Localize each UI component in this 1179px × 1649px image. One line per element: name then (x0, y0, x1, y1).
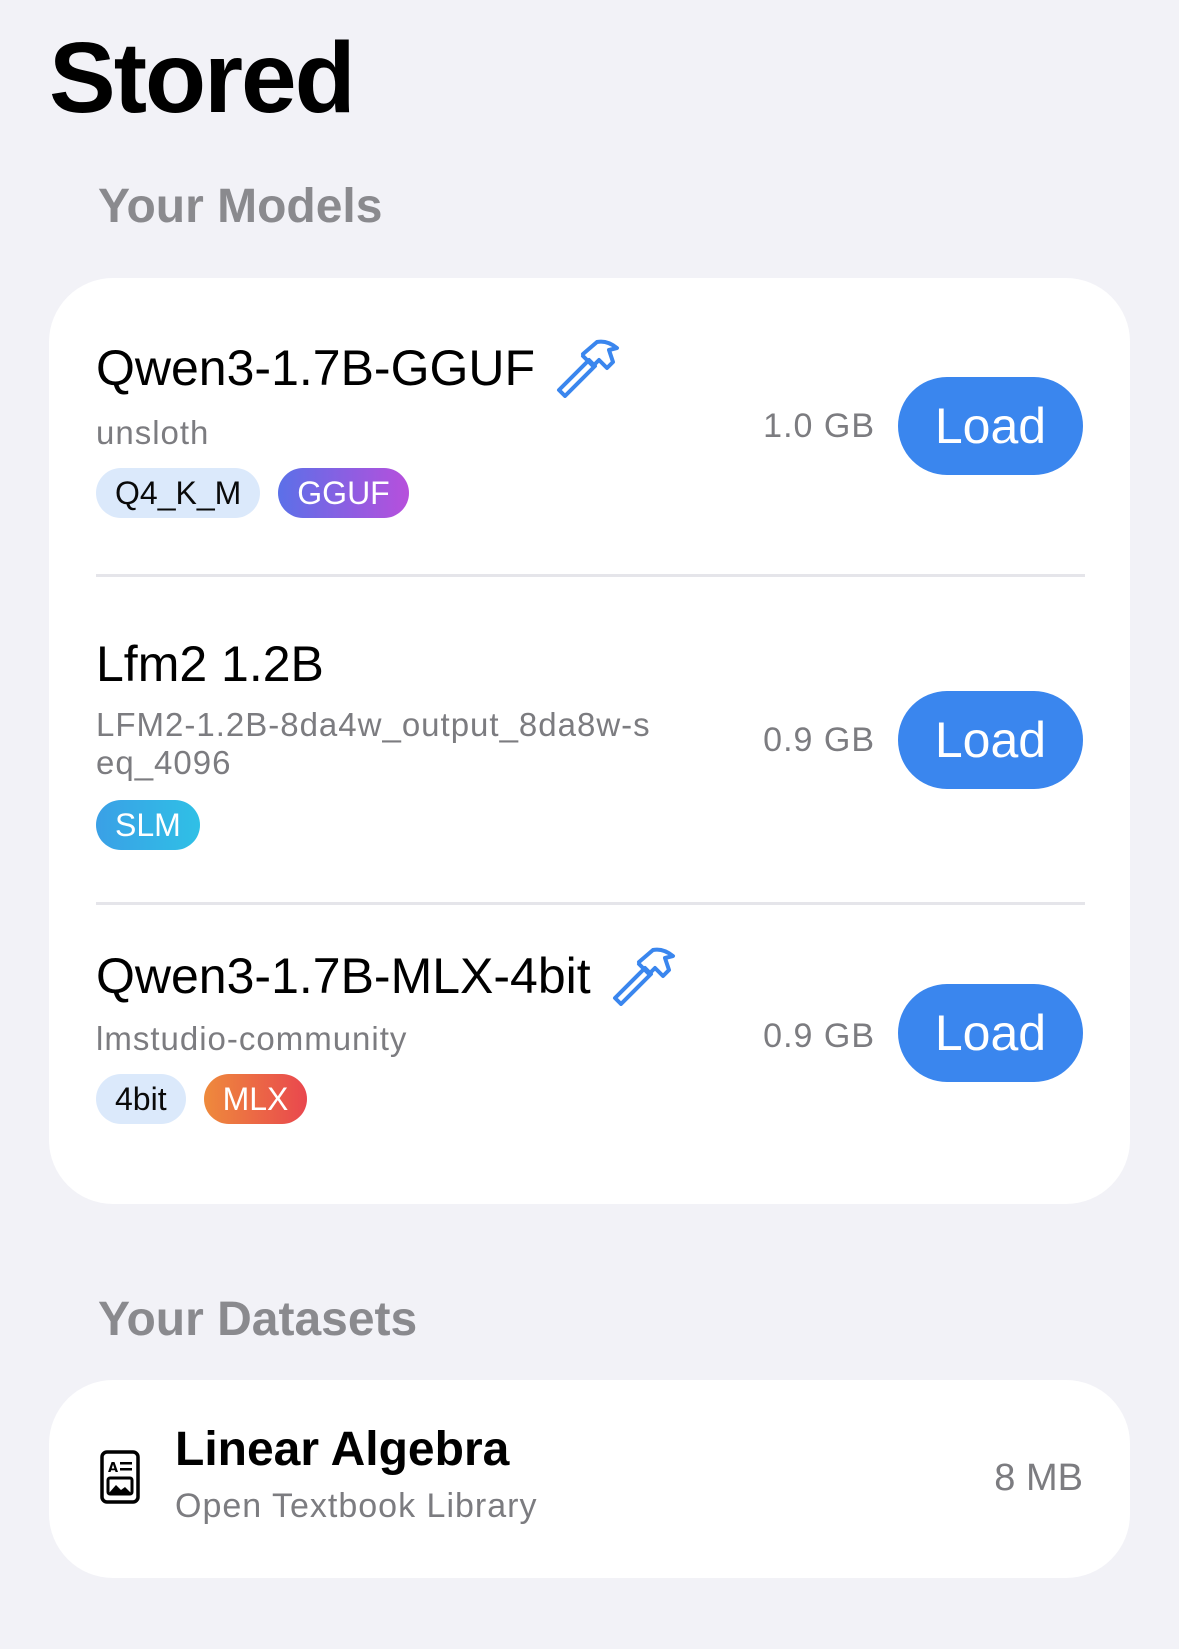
tag-list: 4bit MLX (96, 1074, 308, 1124)
model-name-row: Qwen3-1.7B-GGUF (96, 338, 621, 398)
dataset-row[interactable]: A Linear Algebra Open Textbook Library 8… (49, 1380, 1130, 1578)
type-tag: SLM (96, 800, 200, 850)
stored-screen: Stored Your Models Qwen3-1.7B-GGUF unslo… (0, 0, 1179, 1649)
models-section-header: Your Models (98, 180, 383, 233)
model-author: unsloth (96, 414, 210, 451)
datasets-section-header: Your Datasets (98, 1293, 418, 1346)
document-icon: A (100, 1450, 140, 1504)
hammer-icon (553, 338, 621, 398)
model-name: Qwen3-1.7B-MLX-4bit (96, 948, 591, 1004)
quant-tag: 4bit (96, 1074, 186, 1124)
model-author: LFM2-1.2B-8da4w_output_8da8w-seq_4096 (96, 706, 651, 781)
format-tag: MLX (203, 1074, 308, 1124)
load-button[interactable]: Load (898, 691, 1083, 789)
dataset-source: Open Textbook Library (175, 1487, 538, 1525)
load-button[interactable]: Load (898, 377, 1083, 475)
tag-list: Q4_K_M GGUF (96, 468, 409, 518)
model-name-row: Qwen3-1.7B-MLX-4bit (96, 946, 677, 1006)
model-row[interactable]: Qwen3-1.7B-GGUF unsloth Q4_K_M GGUF 1.0 … (49, 278, 1130, 576)
model-row[interactable]: Qwen3-1.7B-MLX-4bit lmstudio-community 4… (49, 904, 1130, 1204)
hammer-icon (609, 946, 677, 1006)
model-size: 0.9 GB (763, 721, 875, 759)
format-tag: GGUF (278, 468, 409, 518)
quant-tag: Q4_K_M (96, 468, 261, 518)
model-name: Lfm2 1.2B (96, 636, 324, 692)
svg-text:A: A (108, 1461, 118, 1476)
dataset-name: Linear Algebra (175, 1423, 510, 1476)
model-name-row: Lfm2 1.2B (96, 634, 324, 694)
model-author: lmstudio-community (96, 1020, 408, 1057)
dataset-size: 8 MB (994, 1457, 1083, 1499)
tag-list: SLM (96, 800, 200, 850)
datasets-card: A Linear Algebra Open Textbook Library 8… (49, 1380, 1130, 1578)
model-size: 0.9 GB (763, 1017, 875, 1055)
load-button[interactable]: Load (898, 984, 1083, 1082)
page-title: Stored (49, 22, 356, 134)
model-row[interactable]: Lfm2 1.2B LFM2-1.2B-8da4w_output_8da8w-s… (49, 576, 1130, 904)
model-name: Qwen3-1.7B-GGUF (96, 340, 536, 396)
models-card: Qwen3-1.7B-GGUF unsloth Q4_K_M GGUF 1.0 … (49, 278, 1130, 1204)
model-size: 1.0 GB (763, 407, 875, 445)
